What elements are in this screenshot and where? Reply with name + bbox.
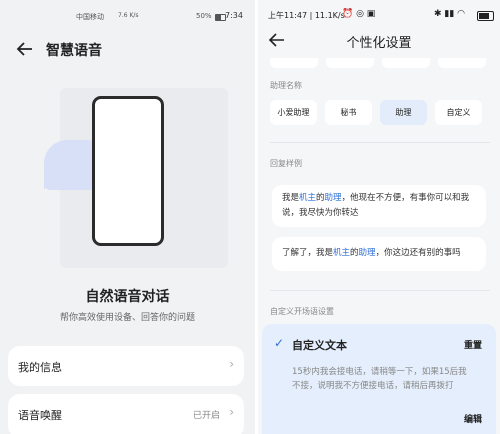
row-label: 我的信息 bbox=[18, 361, 62, 374]
custom-text-title: 自定义文本 bbox=[292, 339, 347, 352]
page-title: 个性化设置 bbox=[346, 36, 412, 51]
signal-icons: ✱ ▮▮ ◠ bbox=[434, 9, 466, 19]
name-chip-xiaoai[interactable]: 小爱助理 bbox=[270, 100, 317, 125]
edit-button[interactable]: 编辑 bbox=[464, 412, 482, 425]
divider bbox=[270, 290, 490, 291]
reply-sample-label: 回复样例 bbox=[270, 159, 302, 168]
network-speed: 7.6 K/s bbox=[118, 12, 139, 19]
reply-sample-bubble: 了解了，我是机主的助理，你这边还有别的事吗 bbox=[272, 237, 486, 271]
row-voice-wake[interactable]: 语音唤醒 已开启 › bbox=[8, 394, 244, 434]
personalization-screen: 上午11:47 | 11.1K/s ⏰ ◎ ▣ ✱ ▮▮ ◠ 个性化设置 助理名… bbox=[258, 0, 500, 434]
custom-text-body: 15秒内我会接电话，请稍等一下，如果15后我不接，说明我不方便接电话，请稍后再拨… bbox=[292, 367, 467, 391]
scrolled-options-row bbox=[270, 58, 492, 68]
status-icons: ⏰ ◎ ▣ bbox=[342, 9, 376, 19]
page-title: 智慧语音 bbox=[46, 43, 102, 59]
row-my-info[interactable]: 我的信息 › bbox=[8, 346, 244, 386]
reply-sample-bubble: 我是机主的助理，他现在不方便，有事你可以和我说，我尽快为你转达 bbox=[272, 185, 486, 227]
speech-bubble-tail bbox=[44, 176, 54, 190]
back-arrow-icon[interactable] bbox=[16, 40, 34, 58]
battery-icon bbox=[477, 11, 494, 21]
clock: 上午11:47 | 11.1K/s bbox=[268, 11, 345, 20]
phone-illustration bbox=[92, 96, 164, 246]
chevron-right-icon: › bbox=[229, 405, 234, 419]
name-chip-secretary[interactable]: 秘书 bbox=[325, 100, 372, 125]
custom-text-option[interactable]: ✓ 自定义文本 重置 15秒内我会接电话，请稍等一下，如果15后我不接，说明我不… bbox=[262, 324, 496, 434]
divider bbox=[270, 142, 490, 143]
row-label: 语音唤醒 bbox=[18, 409, 62, 422]
battery-percent: 50% bbox=[196, 12, 212, 20]
chevron-right-icon: › bbox=[229, 357, 234, 371]
row-value: 已开启 bbox=[192, 411, 220, 421]
status-bar: 中国移动 7.6 K/s 50% 7:34 bbox=[0, 10, 255, 24]
name-chip-custom[interactable]: 自定义 bbox=[435, 100, 482, 125]
carrier-label: 中国移动 bbox=[76, 13, 104, 21]
voice-assistant-screen: 中国移动 7.6 K/s 50% 7:34 智慧语音 自然语音对话 帮你高效使用… bbox=[0, 0, 255, 434]
assistant-name-label: 助理名称 bbox=[270, 81, 302, 90]
hero-subtitle: 帮你高效使用设备、回答你的问题 bbox=[59, 313, 195, 323]
checkmark-icon: ✓ bbox=[274, 336, 285, 350]
custom-opening-label: 自定义开场语设置 bbox=[270, 307, 334, 316]
clock: 7:34 bbox=[225, 11, 243, 20]
status-bar: 上午11:47 | 11.1K/s ⏰ ◎ ▣ ✱ ▮▮ ◠ bbox=[258, 9, 500, 23]
reset-button[interactable]: 重置 bbox=[464, 338, 482, 351]
hero-title: 自然语音对话 bbox=[85, 289, 170, 305]
name-chip-assistant[interactable]: 助理 bbox=[380, 100, 427, 125]
